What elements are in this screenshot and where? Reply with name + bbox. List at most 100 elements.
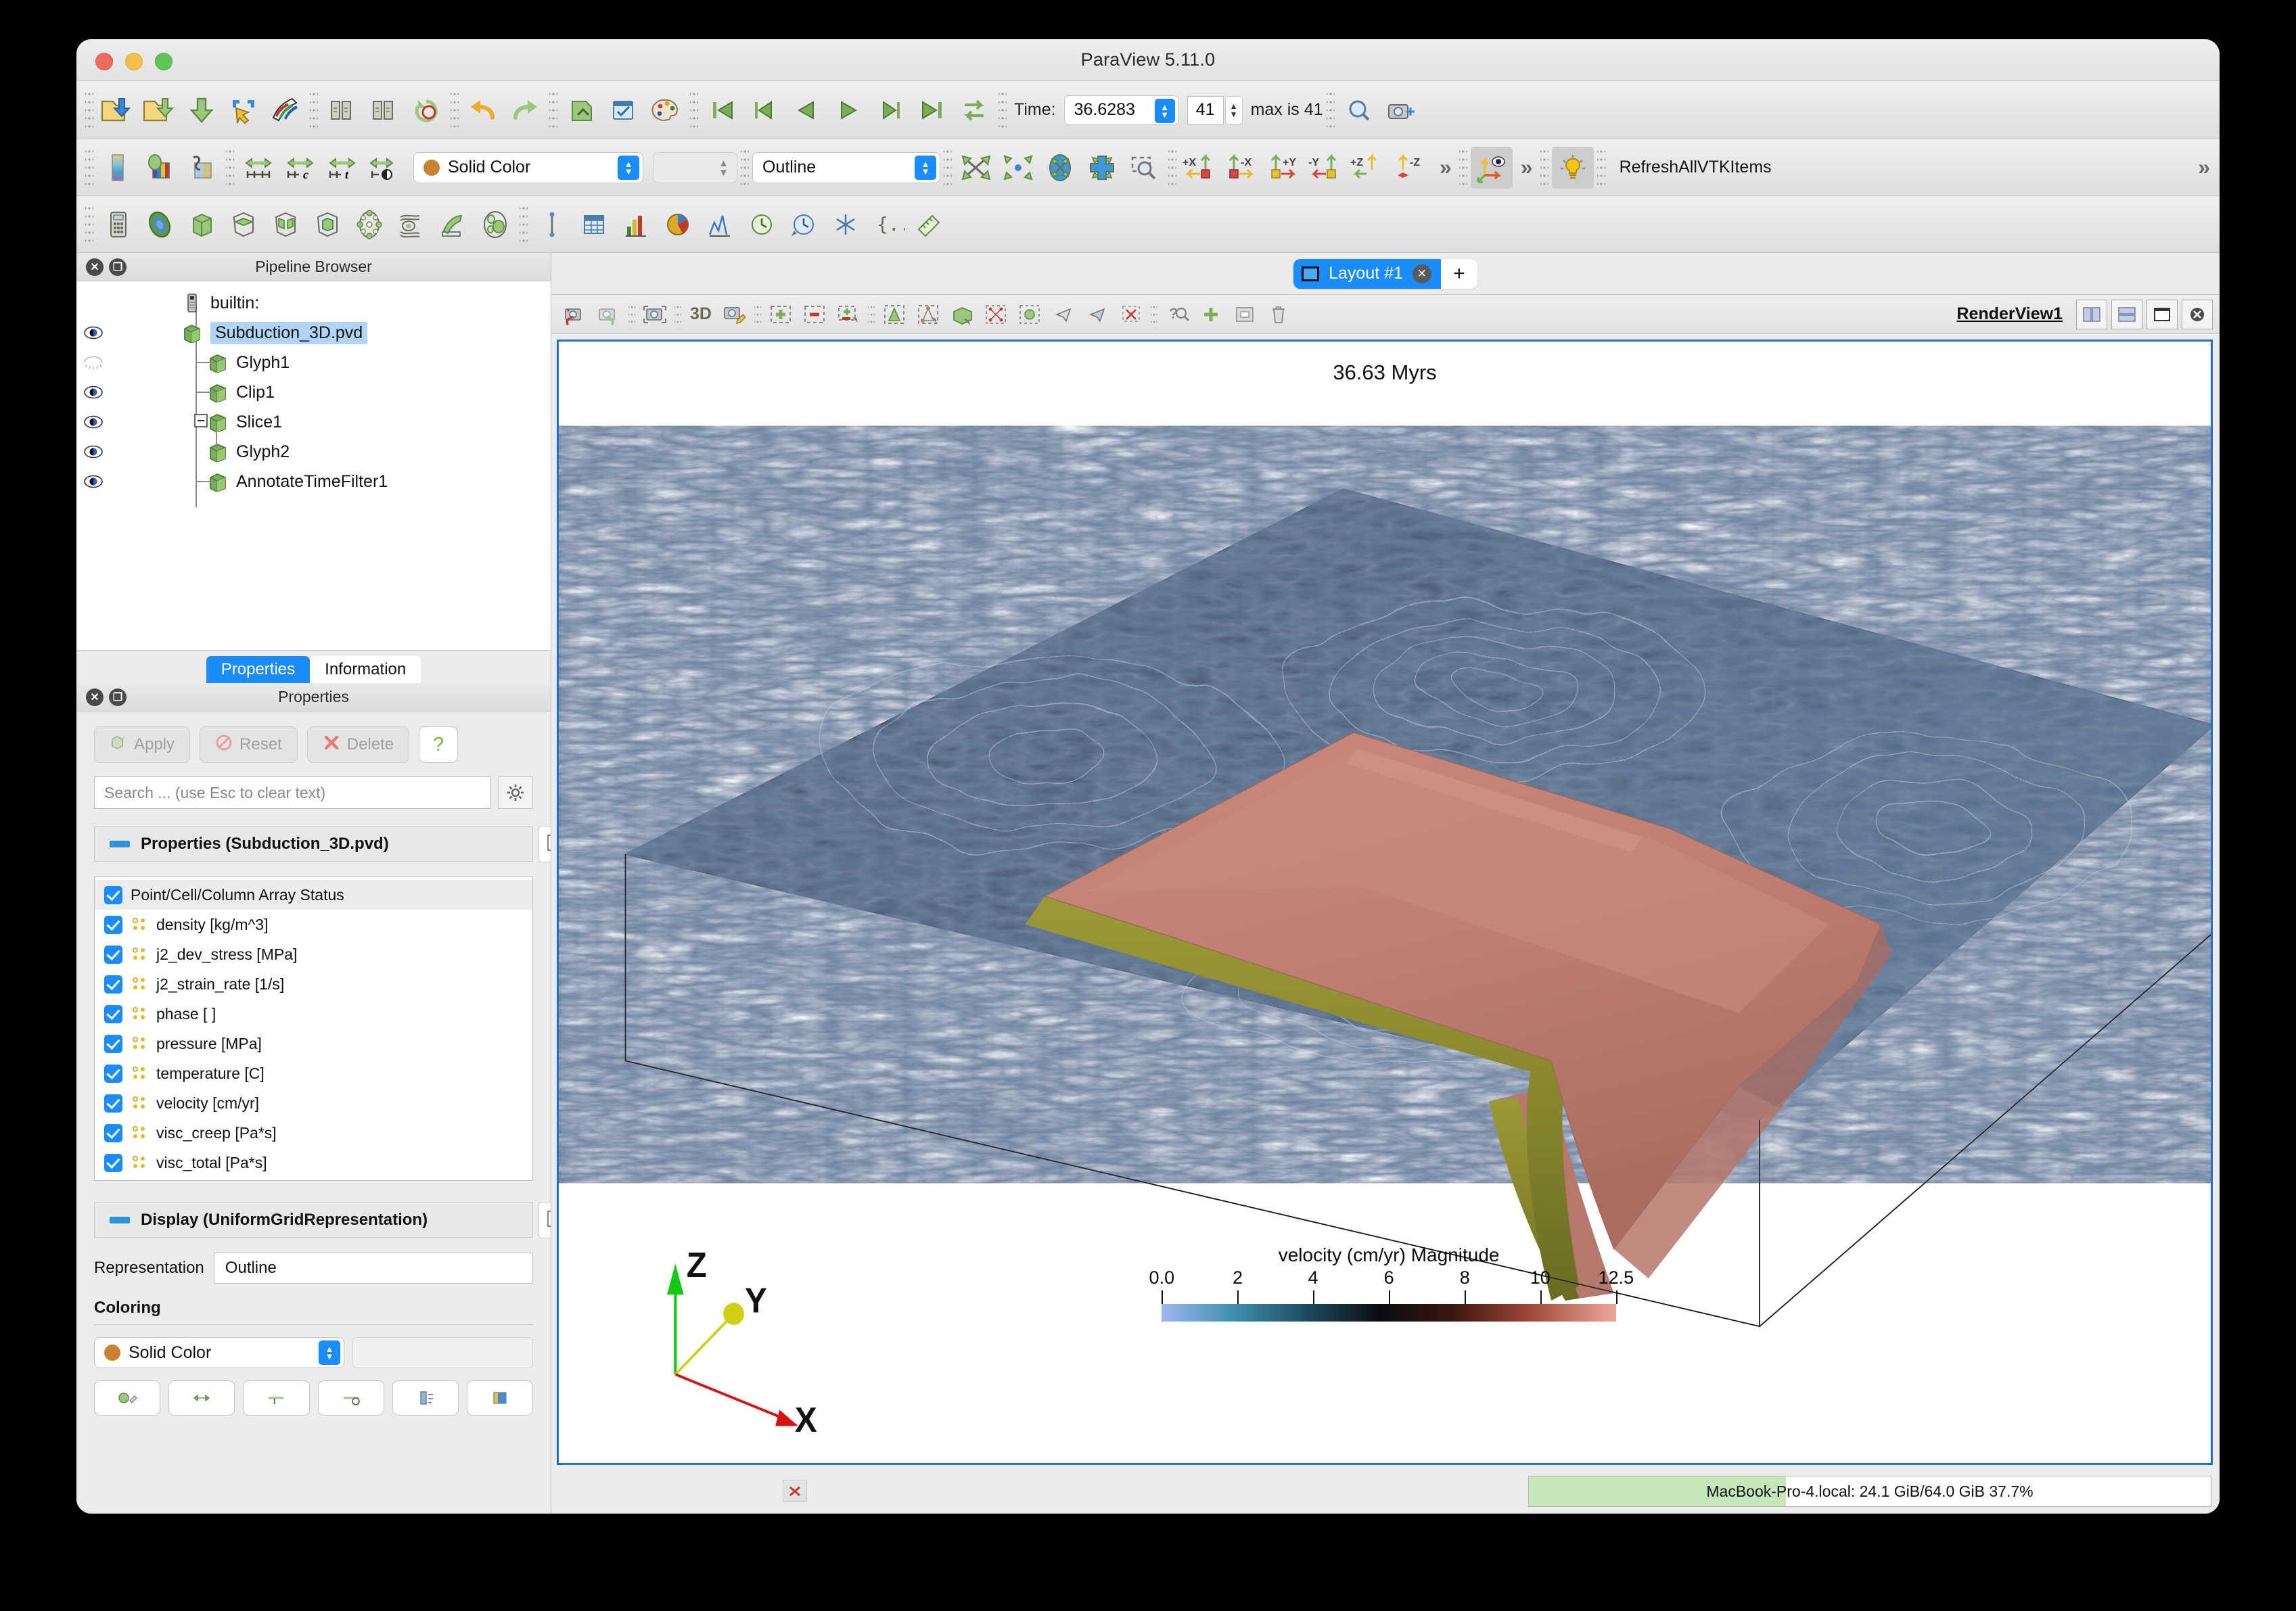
toolbar-grip[interactable] bbox=[310, 91, 318, 129]
tab-information[interactable]: Information bbox=[310, 656, 421, 683]
select-cells-icon[interactable] bbox=[911, 299, 945, 330]
plot-selection-icon[interactable] bbox=[699, 204, 741, 246]
array-row-temperature[interactable]: temperature [C] bbox=[95, 1058, 532, 1088]
help-button[interactable]: ? bbox=[419, 726, 459, 763]
rescale-custom-icon[interactable] bbox=[181, 147, 223, 189]
close-icon[interactable]: ✕ bbox=[1412, 264, 1431, 283]
chevron-down-icon[interactable]: ▲ ▼ bbox=[915, 155, 936, 180]
stream-tracer-icon[interactable] bbox=[390, 204, 432, 246]
save-screenshot-icon[interactable] bbox=[223, 89, 265, 131]
pipeline-item-subduction-3d-pvd[interactable]: Subduction_3D.pvd bbox=[76, 318, 551, 348]
chevron-down-icon[interactable]: ▲ ▼ bbox=[618, 155, 639, 180]
search-input[interactable]: Search ... (use Esc to clear text) bbox=[94, 776, 491, 809]
component-combo[interactable]: ▲ ▼ bbox=[653, 151, 737, 183]
visibility-toggle[interactable] bbox=[82, 474, 105, 489]
snowflake-icon[interactable] bbox=[825, 204, 867, 246]
python-annotation-icon[interactable]: {..} bbox=[867, 204, 909, 246]
pipeline-item-builtin[interactable]: builtin: bbox=[76, 288, 551, 318]
zoom-closest-icon[interactable] bbox=[1123, 147, 1165, 189]
temporal-icon[interactable] bbox=[741, 204, 783, 246]
choose-preset-small-icon[interactable] bbox=[466, 1380, 534, 1416]
toolbar-grip[interactable] bbox=[1168, 148, 1176, 187]
pipeline-item-annotatetimefilter1[interactable]: AnnotateTimeFilter1 bbox=[76, 467, 551, 496]
refresh-all-vtk-items-label[interactable]: RefreshAllVTKItems bbox=[1620, 158, 1772, 177]
toggle-selection-icon[interactable] bbox=[831, 299, 865, 330]
apply-button[interactable]: Apply bbox=[94, 726, 191, 763]
group-datasets-icon[interactable] bbox=[474, 204, 516, 246]
plot-data-icon[interactable] bbox=[657, 204, 699, 246]
extract-subset-icon[interactable] bbox=[306, 204, 348, 246]
visibility-toggle[interactable] bbox=[82, 385, 105, 400]
pipeline-browser[interactable]: builtin: Subduction_3D.pvd Glyph1 Clip1 … bbox=[76, 281, 551, 651]
array-row-visc-total[interactable]: visc_total [Pa*s] bbox=[95, 1148, 532, 1177]
array-status-list[interactable]: Point/Cell/Column Array Status density [… bbox=[94, 877, 533, 1181]
memory-inspector[interactable]: MacBook-Pro-4.local: 24.1 GiB/64.0 GiB 3… bbox=[1528, 1476, 2211, 1507]
screenshot-icon[interactable] bbox=[1380, 89, 1422, 131]
toolbar-grip[interactable] bbox=[451, 91, 459, 129]
glyph-icon[interactable] bbox=[348, 204, 390, 246]
toggle-3d-button[interactable]: 3D bbox=[684, 299, 718, 330]
slice-icon[interactable] bbox=[223, 204, 265, 246]
rescale-over-time-icon[interactable]: c bbox=[279, 147, 321, 189]
edit-color-icon[interactable] bbox=[94, 1380, 161, 1416]
array-status-header-row[interactable]: Point/Cell/Column Array Status bbox=[95, 880, 532, 910]
open-recent-icon[interactable] bbox=[139, 89, 181, 131]
block-select-icon[interactable] bbox=[979, 299, 1013, 330]
representation-combo[interactable]: Outline ▲ ▼ bbox=[752, 151, 940, 183]
split-horizontal-icon[interactable] bbox=[2076, 299, 2107, 329]
visibility-toggle[interactable] bbox=[82, 444, 105, 459]
time-input[interactable]: 36.6283 ▲ ▼ bbox=[1063, 95, 1179, 125]
add-selection-icon[interactable] bbox=[764, 299, 798, 330]
delete-button[interactable]: Delete bbox=[306, 726, 410, 763]
float-icon[interactable]: ❐ bbox=[109, 688, 127, 706]
coloring-component-combo[interactable] bbox=[352, 1337, 533, 1368]
threshold-icon[interactable] bbox=[265, 204, 306, 246]
camera-plus-y-icon[interactable]: +Y bbox=[1264, 147, 1306, 189]
annotate-time-icon[interactable] bbox=[783, 204, 825, 246]
display-group-header[interactable]: Display (UniformGridRepresentation) bbox=[94, 1202, 551, 1238]
minimize-window-button[interactable] bbox=[125, 53, 143, 70]
select-points-icon[interactable] bbox=[877, 299, 911, 330]
camera-plus-z-icon[interactable]: +Z bbox=[1348, 147, 1390, 189]
color-palette-icon[interactable] bbox=[645, 89, 687, 131]
interactive-select-icon[interactable] bbox=[1013, 299, 1047, 330]
save-data-icon[interactable] bbox=[181, 89, 223, 131]
camera-undo-icon[interactable] bbox=[558, 299, 592, 330]
hover-points-icon[interactable] bbox=[1047, 299, 1080, 330]
play-icon[interactable] bbox=[827, 89, 869, 131]
frame-stepper[interactable]: ▲ ▼ bbox=[1224, 95, 1243, 124]
checkbox[interactable] bbox=[104, 975, 122, 994]
array-row-pressure[interactable]: pressure [MPa] bbox=[95, 1029, 532, 1058]
tab-layout-1[interactable]: Layout #1 ✕ bbox=[1293, 258, 1441, 289]
toolbar-grip[interactable] bbox=[549, 91, 557, 129]
array-row-velocity[interactable]: velocity [cm/yr] bbox=[95, 1088, 532, 1118]
last-frame-icon[interactable] bbox=[911, 89, 953, 131]
float-icon[interactable]: ❐ bbox=[109, 258, 127, 276]
toolbar-grip[interactable] bbox=[741, 148, 749, 187]
redo-icon[interactable] bbox=[504, 89, 546, 131]
camera-minus-y-icon[interactable]: -Y bbox=[1306, 147, 1348, 189]
light-kit-icon[interactable] bbox=[1551, 146, 1594, 189]
choose-preset-icon[interactable] bbox=[139, 147, 181, 189]
pipeline-item-glyph2[interactable]: Glyph2 bbox=[76, 430, 551, 467]
split-vertical-icon[interactable] bbox=[2111, 299, 2142, 329]
close-view-icon[interactable] bbox=[2182, 299, 2213, 329]
render-view-name[interactable]: RenderView1 bbox=[1956, 304, 2063, 324]
checkbox[interactable] bbox=[104, 1034, 122, 1053]
plot-over-line-icon[interactable] bbox=[531, 204, 573, 246]
reset-button[interactable]: Reset bbox=[200, 726, 298, 763]
close-icon[interactable]: ✕ bbox=[86, 258, 104, 276]
array-row-j2-strain-rate[interactable]: j2_strain_rate [1/s] bbox=[95, 969, 532, 999]
render-view[interactable]: 36.63 Myrs Z Y X velocity (cm/yr) Magnit… bbox=[557, 340, 2213, 1465]
add-layout-button[interactable]: + bbox=[1440, 258, 1477, 289]
launch-python-icon[interactable] bbox=[561, 89, 603, 131]
undo-icon[interactable] bbox=[462, 89, 504, 131]
pipeline-item-glyph1[interactable]: Glyph1 bbox=[76, 348, 551, 377]
orientation-axes-widget[interactable]: Z Y X bbox=[667, 1245, 817, 1440]
toolbar-grip[interactable] bbox=[520, 205, 528, 243]
pipeline-item-slice1[interactable]: Slice1 bbox=[76, 407, 551, 437]
color-legend-icon[interactable] bbox=[392, 1380, 459, 1416]
toolbar-grip[interactable] bbox=[1597, 148, 1605, 187]
trash-icon[interactable] bbox=[1262, 299, 1295, 330]
subtract-selection-icon[interactable] bbox=[798, 299, 831, 330]
